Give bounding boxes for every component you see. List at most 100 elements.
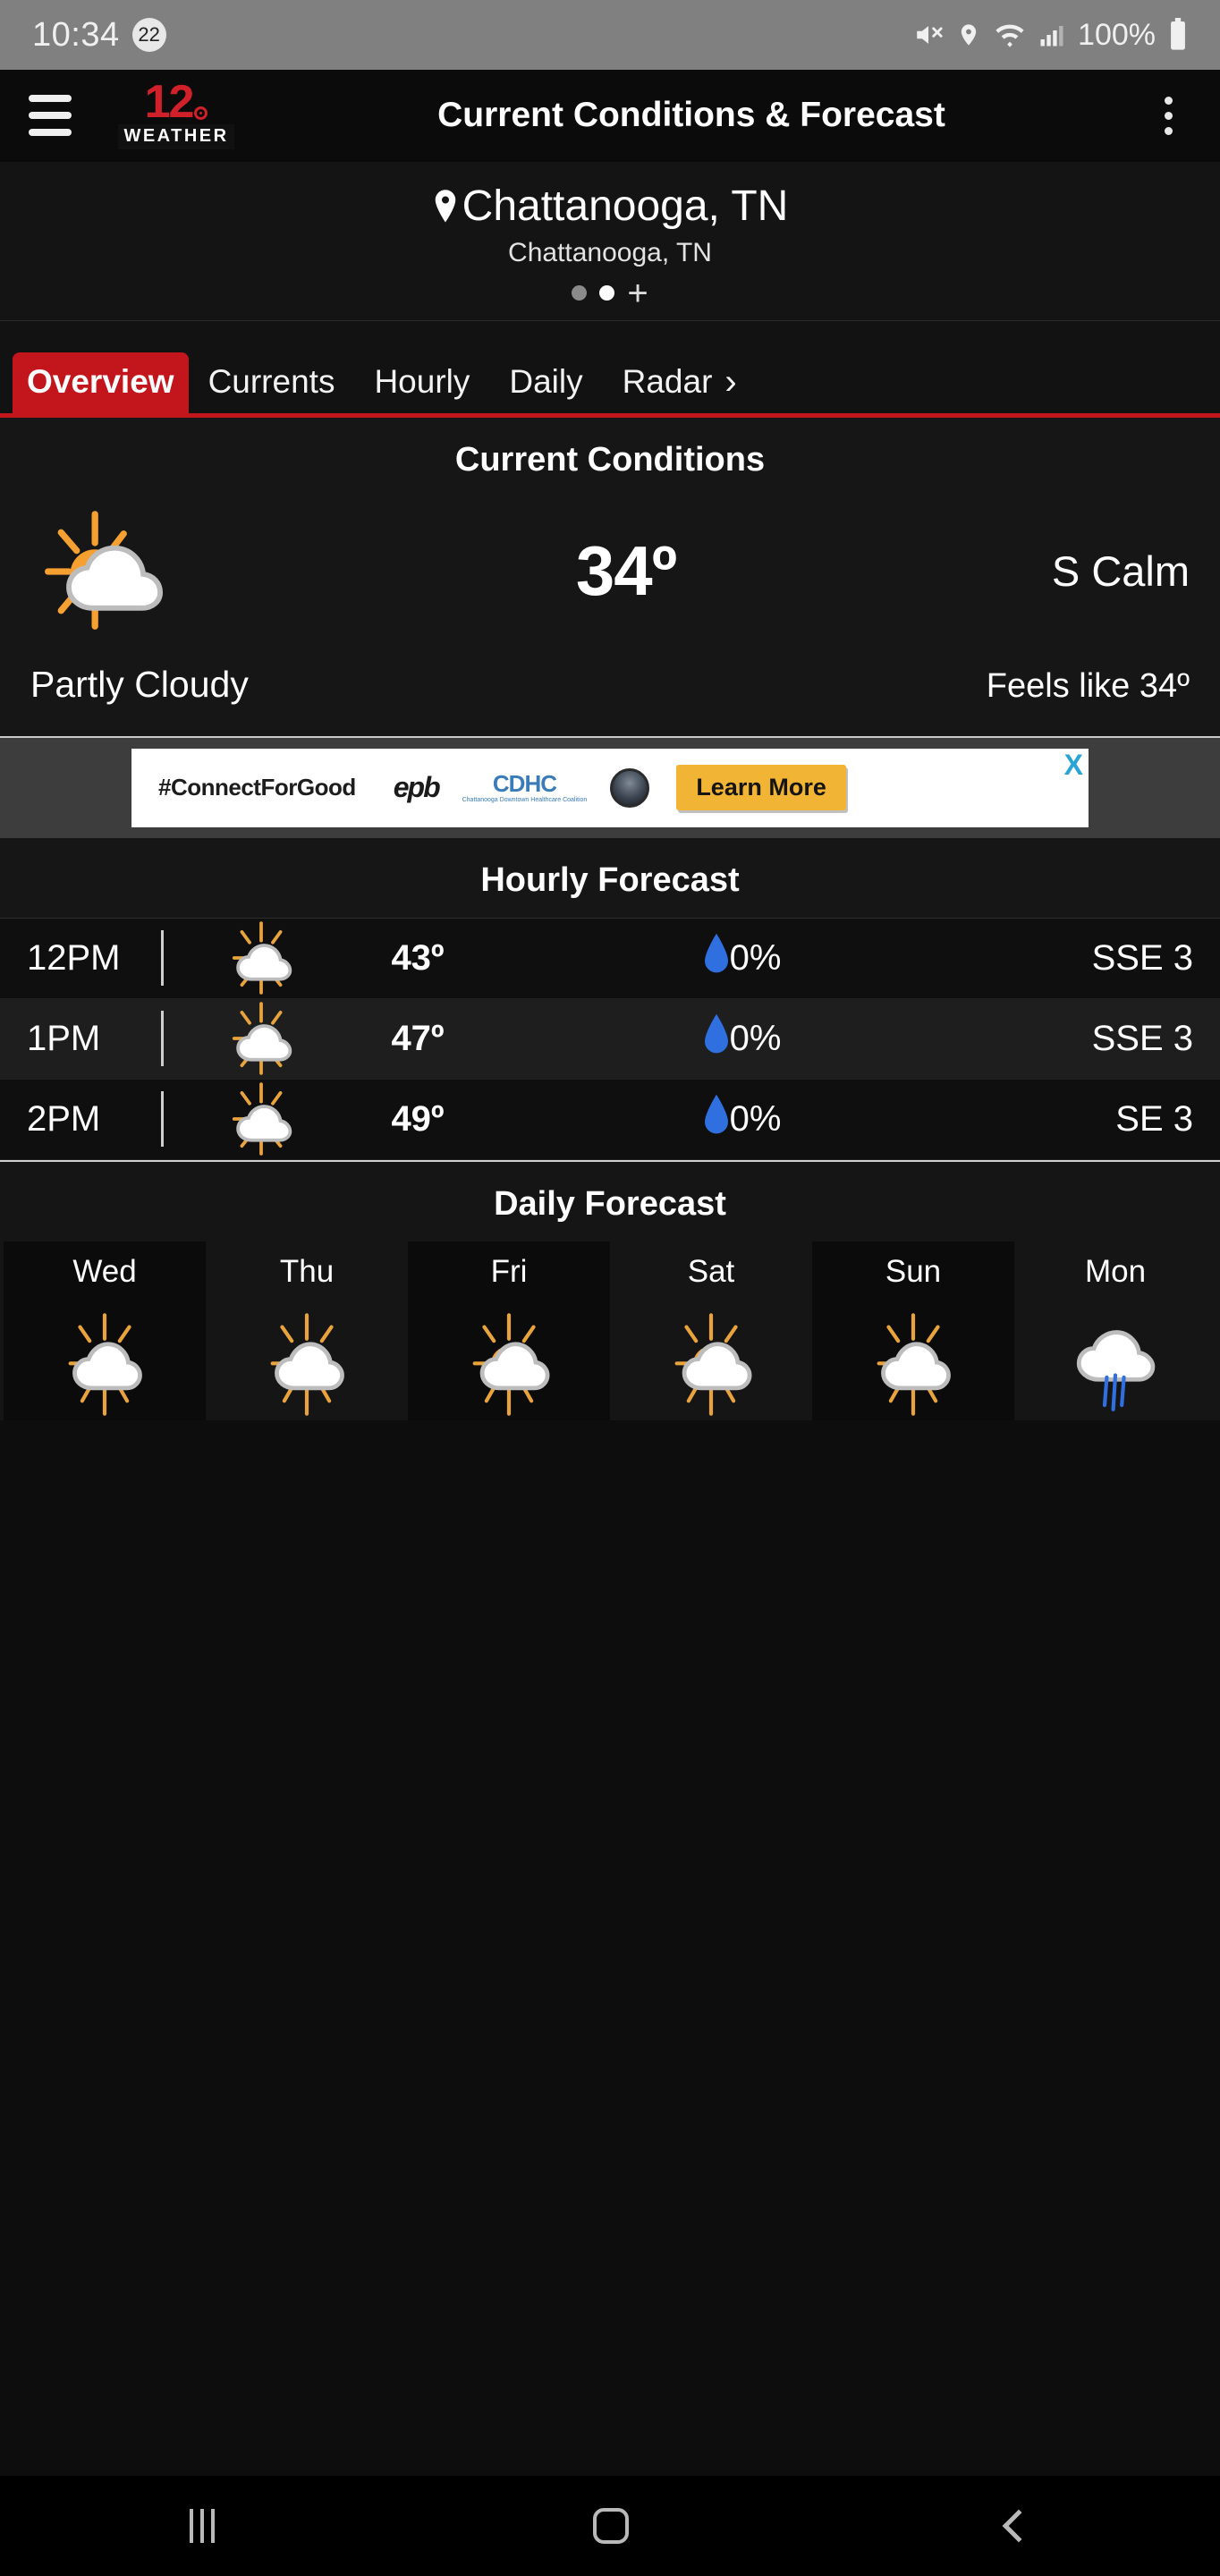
current-condition-label: Partly Cloudy [30,663,249,705]
hour-precipitation: 0% [507,1094,979,1144]
battery-percent-label: 100% [1078,17,1156,52]
logo-number-block: 12 [144,76,208,128]
app-header-bar: 12 WEATHER Current Conditions & Forecast [0,70,1220,162]
recents-icon[interactable] [189,2509,215,2543]
ad-close-icon[interactable]: X [1064,750,1083,779]
day-name: Thu [279,1253,335,1289]
feels-like-label: Feels like 34º [986,666,1190,705]
ad-learn-more-button[interactable]: Learn More [676,765,846,811]
hour-time: 12PM [27,937,121,978]
hamburger-menu-icon[interactable] [23,89,86,141]
hamburger-line [29,112,72,120]
list-item[interactable]: Thu [206,1241,408,1420]
day-name: Mon [1084,1253,1147,1289]
location-icon [956,20,981,50]
tab-radar[interactable]: Radar [603,354,733,413]
cbs-eye-icon [194,106,208,120]
pager-dot-1[interactable] [572,285,588,301]
tab-hourly[interactable]: Hourly [354,354,489,413]
current-conditions-section: Current Conditions 34º S Calm Partly Clo… [0,417,1220,736]
cdhc-logo-subtext: Chattanooga Downtown Healthcare Coalitio… [462,797,588,804]
notification-count-badge: 22 [131,18,166,52]
partly-sunny-icon [455,1313,563,1420]
hour-temperature: 49º [391,1098,445,1139]
partly-cloudy-icon [194,921,328,995]
mostly-cloudy-icon [51,1313,158,1420]
hamburger-line [29,129,72,137]
hourly-forecast-section: Hourly Forecast 12PM 43º 0% SSE 3 1PM 47… [0,837,1220,1160]
home-icon[interactable] [592,2508,629,2544]
row-divider [161,1091,164,1148]
list-item[interactable]: Mon [1014,1241,1216,1420]
location-name: Chattanooga, TN [462,182,789,230]
current-conditions-row: 34º S Calm [30,504,1190,639]
hour-precipitation: 0% [507,1013,979,1063]
table-row[interactable]: 2PM 49º 0% SE 3 [0,1079,1220,1160]
hour-precipitation: 0% [507,933,979,983]
location-panel[interactable]: Chattanooga, TN Chattanooga, TN + [0,161,1220,321]
station-logo[interactable]: 12 WEATHER [109,76,243,149]
partly-sunny-icon [657,1313,765,1420]
mostly-cloudy-icon [253,1313,360,1420]
hour-temperature: 43º [391,937,445,978]
current-conditions-heading: Current Conditions [454,440,766,479]
day-name: Fri [490,1253,528,1289]
location-pager[interactable]: + [0,275,1220,311]
advertisement-banner[interactable]: #ConnectForGood epb CDHC Chattanooga Dow… [0,735,1220,838]
tab-currents[interactable]: Currents [189,354,355,413]
location-primary-row: Chattanooga, TN [0,182,1220,231]
list-item[interactable]: Sat [610,1241,812,1420]
partly-cloudy-icon [194,1082,328,1156]
android-navigation-bar[interactable] [0,2476,1220,2576]
daily-forecast-strip[interactable]: Wed Thu Fri Sat Sun Mon [0,1241,1220,1420]
daily-forecast-section: Daily Forecast Wed Thu Fri Sat Sun Mon [0,1159,1220,1420]
section-tabs[interactable]: Overview Currents Hourly Daily Radar › [0,320,1220,418]
hour-wind: SSE 3 [1091,1018,1193,1058]
status-bar-right: 100% [913,18,1188,53]
hamburger-line [29,95,72,103]
current-conditions-body: 34º S Calm Partly Cloudy Feels like 34º [0,497,1220,736]
logo-number: 12 [144,76,195,128]
hour-precip-value: 0% [729,937,782,978]
epb-logo: epb [393,771,441,804]
location-subtitle: Chattanooga, TN [508,237,712,267]
kebab-dot [1164,126,1173,135]
android-status-bar: 10:34 22 100% [0,0,1220,70]
day-name: Wed [72,1253,137,1289]
hour-wind: SE 3 [1115,1098,1193,1139]
recents-bar [189,2509,193,2543]
hour-time: 1PM [27,1018,101,1058]
partly-cloudy-icon [194,1002,328,1075]
water-drop-icon [704,1094,728,1144]
add-location-button[interactable]: + [627,275,648,311]
logo-word: WEATHER [118,123,234,149]
table-row[interactable]: 12PM 43º 0% SSE 3 [0,918,1220,999]
ad-sponsor-logos: epb CDHC Chattanooga Downtown Healthcare… [393,767,650,808]
kebab-dot [1164,111,1173,120]
recents-bar [199,2509,204,2543]
list-item[interactable]: Wed [4,1241,206,1420]
chevron-right-icon[interactable]: › [724,362,736,413]
wifi-icon [994,20,1026,50]
ad-content[interactable]: #ConnectForGood epb CDHC Chattanooga Dow… [131,748,1089,827]
list-item[interactable]: Fri [408,1241,610,1420]
current-wind: S Calm [1051,547,1190,596]
cdhc-logo-text: CDHC [492,770,557,798]
table-row[interactable]: 1PM 47º 0% SSE 3 [0,998,1220,1080]
pager-dot-2[interactable] [599,285,615,301]
map-pin-icon [432,187,459,225]
rain-cloud-icon [1062,1313,1169,1420]
water-drop-icon [704,933,728,983]
list-item[interactable]: Sun [812,1241,1014,1420]
row-divider [161,930,164,987]
tab-daily[interactable]: Daily [489,354,602,413]
hourly-forecast-rows: 12PM 43º 0% SSE 3 1PM 47º 0% SSE 3 2PM 4… [0,917,1220,1160]
mute-icon [913,20,944,50]
tab-overview[interactable]: Overview [13,352,189,413]
kebab-menu-icon[interactable] [1140,96,1197,135]
cdhc-logo: CDHC Chattanooga Downtown Healthcare Coa… [462,772,588,803]
mostly-cloudy-icon [860,1313,967,1420]
status-bar-left: 10:34 22 [32,16,166,55]
current-conditions-summary: Partly Cloudy Feels like 34º [30,639,1190,736]
back-icon[interactable] [1002,2509,1036,2543]
